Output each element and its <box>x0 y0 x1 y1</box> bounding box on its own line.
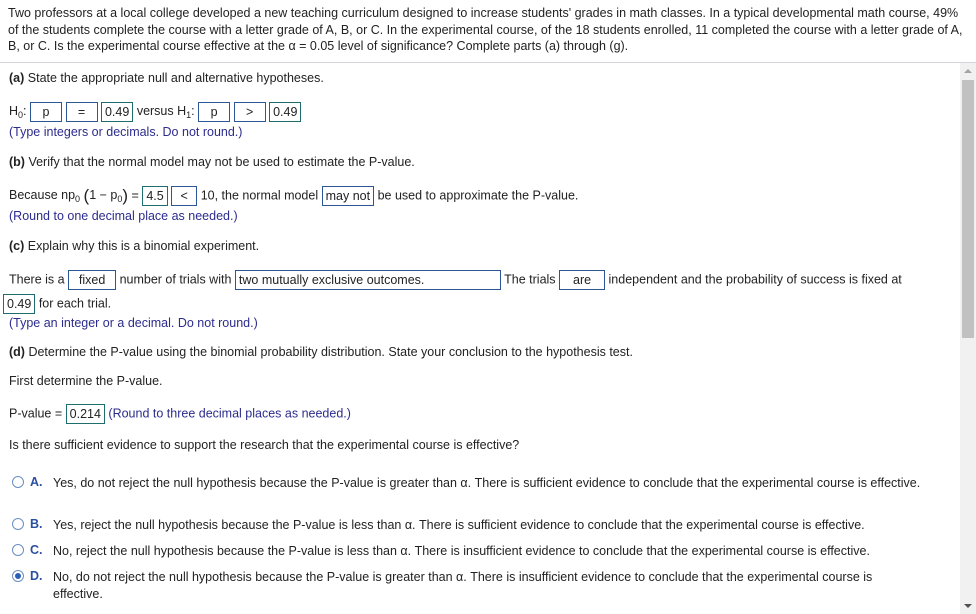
part-b-prompt: (b) Verify that the normal model may not… <box>9 154 415 170</box>
approximate-text: be used to approximate the P-value. <box>377 188 579 203</box>
part-c-label: (c) <box>9 239 25 253</box>
choice-a-text: Yes, do not reject the null hypothesis b… <box>53 476 921 490</box>
h1-operator-dropdown[interactable]: > <box>233 102 266 122</box>
first-determine: First determine the P-value. <box>9 374 163 388</box>
h0-label: H0: <box>9 104 27 121</box>
there-is-text: There is a <box>9 272 65 287</box>
hypotheses-row: H0: p = 0.49 versus H1: p > 0.49 <box>9 102 302 123</box>
sufficient-question: Is there sufficient evidence to support … <box>9 438 520 452</box>
radio-b[interactable] <box>12 518 24 530</box>
part-b-hint: (Round to one decimal place as needed.) <box>9 209 238 223</box>
trials-with-text: number of trials with <box>119 272 232 287</box>
part-b-label: (b) <box>9 155 25 169</box>
probability-row: 0.49 for each trial. <box>3 294 112 314</box>
np-value-input[interactable]: 4.5 <box>142 186 168 206</box>
part-a-label: (a) <box>9 71 25 85</box>
each-trial-text: for each trial. <box>38 296 112 311</box>
radio-a[interactable] <box>12 476 24 488</box>
choice-d-text: No, do not reject the null hypothesis be… <box>53 570 873 601</box>
independent-text: independent and the probability of succe… <box>608 272 902 287</box>
choice-d-letter: D. <box>30 569 43 583</box>
scroll-thumb[interactable] <box>962 80 974 338</box>
h1-param-dropdown[interactable]: p <box>198 102 231 122</box>
h0-param-dropdown[interactable]: p <box>30 102 63 122</box>
are-dropdown[interactable]: are <box>559 270 606 290</box>
part-d-prompt: (d) Determine the P-value using the bino… <box>9 344 633 360</box>
pvalue-input[interactable]: 0.214 <box>65 404 105 424</box>
h1-value-input[interactable]: 0.49 <box>269 102 302 122</box>
part-d-label: (d) <box>9 345 25 359</box>
normal-model-text: 10, the normal model <box>200 188 319 203</box>
part-d-prompt-text: Determine the P-value using the binomial… <box>28 345 633 359</box>
vertical-scrollbar[interactable] <box>960 63 976 614</box>
may-not-dropdown[interactable]: may not <box>321 186 375 206</box>
fixed-dropdown[interactable]: fixed <box>68 270 117 290</box>
radio-c[interactable] <box>12 544 24 556</box>
scroll-down-icon[interactable] <box>964 604 972 608</box>
part-a-hint: (Type integers or decimals. Do not round… <box>9 125 243 139</box>
answer-area: (a) State the appropriate null and alter… <box>0 63 960 614</box>
radio-d[interactable] <box>12 570 24 582</box>
choice-b-text: Yes, reject the null hypothesis because … <box>53 518 865 532</box>
h1-label: versus H1: <box>136 104 195 121</box>
pvalue-row: P-value = 0.214 (Round to three decimal … <box>9 404 351 424</box>
part-a-prompt-text: State the appropriate null and alternati… <box>27 71 324 85</box>
part-a-prompt: (a) State the appropriate null and alter… <box>9 70 324 86</box>
part-c-hint: (Type an integer or a decimal. Do not ro… <box>9 316 258 330</box>
normal-check-row: Because np0 (1 − p0) = 4.5 < 10, the nor… <box>9 186 578 207</box>
choice-c-letter: C. <box>30 543 43 557</box>
part-b-prompt-text: Verify that the normal model may not be … <box>28 155 415 169</box>
binomial-row: There is a fixed number of trials with t… <box>9 270 902 290</box>
pvalue-hint: (Round to three decimal places as needed… <box>108 406 351 421</box>
choice-b-letter: B. <box>30 517 43 531</box>
part-c-prompt: (c) Explain why this is a binomial exper… <box>9 238 259 254</box>
the-trials-text: The trials <box>504 272 556 287</box>
np-expression: Because np0 (1 − p0) <box>9 186 129 206</box>
probability-input[interactable]: 0.49 <box>3 294 36 314</box>
equals-sign: = <box>131 188 139 203</box>
h0-value-input[interactable]: 0.49 <box>100 102 134 122</box>
pvalue-label: P-value = <box>9 406 63 421</box>
choice-c-text: No, reject the null hypothesis because t… <box>53 544 870 558</box>
question-text: Two professors at a local college develo… <box>8 6 963 53</box>
comparison-dropdown[interactable]: < <box>171 186 198 206</box>
part-c-prompt-text: Explain why this is a binomial experimen… <box>27 239 260 253</box>
choice-a-letter: A. <box>30 475 43 489</box>
outcomes-dropdown[interactable]: two mutually exclusive outcomes. <box>234 270 501 290</box>
scroll-up-icon[interactable] <box>964 69 972 73</box>
h0-operator-dropdown[interactable]: = <box>65 102 98 122</box>
